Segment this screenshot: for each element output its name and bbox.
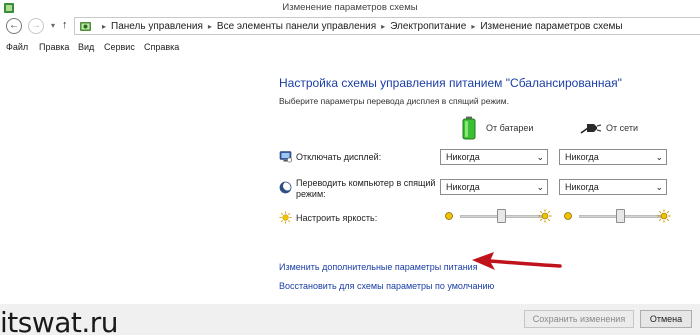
- display-off-ac-select[interactable]: Никогда ⌄: [559, 149, 667, 165]
- menu-file[interactable]: Файл: [6, 42, 28, 52]
- sleep-ac-select[interactable]: Никогда ⌄: [559, 179, 667, 195]
- sleep-battery-select[interactable]: Никогда ⌄: [440, 179, 548, 195]
- recent-pages-dropdown-icon[interactable]: ▾: [51, 21, 55, 30]
- breadcrumb-all-items[interactable]: Все элементы панели управления: [217, 21, 376, 32]
- title-bar: Изменение параметров схемы: [0, 0, 700, 17]
- display-off-battery-select[interactable]: Никогда ⌄: [440, 149, 548, 165]
- address-bar[interactable]: ▸ Панель управления ▸ Все элементы панели у…: [74, 17, 700, 35]
- slider-thumb[interactable]: [615, 209, 625, 223]
- menu-help[interactable]: Справка: [144, 42, 179, 52]
- sun-icon: [279, 211, 292, 224]
- brightness-high-icon: [657, 209, 671, 223]
- chevron-down-icon: ⌄: [655, 152, 663, 162]
- chevron-down-icon: ⌄: [536, 182, 544, 192]
- navigation-bar: ← → ▾ ↑ ▸ Панель управления ▸ Все элементы …: [0, 17, 700, 35]
- footer-bar: itswat.ru Сохранить изменения Отмена: [0, 304, 700, 335]
- control-panel-icon: [80, 22, 91, 31]
- menu-tools[interactable]: Сервис: [104, 42, 135, 52]
- breadcrumb-control-panel[interactable]: Панель управления: [111, 21, 203, 32]
- menu-view[interactable]: Вид: [78, 42, 94, 52]
- watermark: itswat.ru: [0, 306, 119, 335]
- sleep-label-line1: Переводить компьютер в спящий: [296, 178, 436, 188]
- page-subtitle: Выберите параметры перевода дисплея в сп…: [279, 96, 509, 106]
- breadcrumb-edit-plan[interactable]: Изменение параметров схемы: [480, 21, 622, 32]
- brightness-low-icon: [445, 212, 453, 220]
- advanced-settings-link[interactable]: Изменить дополнительные параметры питани…: [279, 262, 478, 272]
- moon-icon: [279, 181, 292, 194]
- breadcrumb-separator-icon: ▸: [102, 22, 107, 31]
- menu-edit[interactable]: Правка: [39, 42, 69, 52]
- plug-icon: [580, 124, 602, 134]
- monitor-icon: [279, 151, 292, 163]
- breadcrumb-power-options[interactable]: Электропитание: [390, 21, 466, 32]
- battery-icon: [462, 116, 476, 140]
- page-title: Настройка схемы управления питанием "Сба…: [279, 76, 622, 90]
- column-header-battery: От батареи: [462, 116, 552, 140]
- chevron-down-icon: ⌄: [655, 182, 663, 192]
- brightness-low-icon: [564, 212, 572, 220]
- display-off-battery-value: Никогда: [446, 152, 480, 162]
- brightness-battery-slider[interactable]: [444, 208, 554, 224]
- display-off-label: Отключать дисплей:: [296, 152, 382, 162]
- sleep-label-line2: режим:: [296, 189, 326, 199]
- breadcrumb: ▸ Панель управления ▸ Все элементы панели у…: [97, 21, 623, 32]
- save-changes-button[interactable]: Сохранить изменения: [524, 310, 634, 328]
- menu-bar: Файл Правка Вид Сервис Справка: [0, 42, 700, 56]
- brightness-high-icon: [538, 209, 552, 223]
- brightness-label: Настроить яркость:: [296, 213, 378, 223]
- cancel-button[interactable]: Отмена: [640, 310, 692, 328]
- content-area: Настройка схемы управления питанием "Сба…: [0, 56, 700, 304]
- breadcrumb-separator-icon[interactable]: ▸: [208, 22, 212, 31]
- column-label-ac: От сети: [606, 123, 638, 133]
- window-title: Изменение параметров схемы: [282, 2, 418, 13]
- restore-defaults-link[interactable]: Восстановить для схемы параметры по умол…: [279, 281, 494, 291]
- breadcrumb-separator-icon[interactable]: ▸: [381, 22, 385, 31]
- up-button[interactable]: ↑: [62, 19, 68, 31]
- back-button[interactable]: ←: [6, 18, 22, 34]
- sleep-battery-value: Никогда: [446, 182, 480, 192]
- sleep-ac-value: Никогда: [565, 182, 599, 192]
- breadcrumb-separator-icon[interactable]: ▸: [471, 22, 475, 31]
- slider-thumb[interactable]: [496, 209, 506, 223]
- column-label-battery: От батареи: [486, 123, 534, 133]
- chevron-down-icon: ⌄: [536, 152, 544, 162]
- sleep-label: Переводить компьютер в спящий режим:: [296, 178, 435, 200]
- forward-button[interactable]: →: [28, 18, 44, 34]
- brightness-ac-slider[interactable]: [563, 208, 673, 224]
- annotation-arrow-icon: [472, 252, 562, 270]
- column-header-ac: От сети: [580, 116, 660, 140]
- display-off-ac-value: Никогда: [565, 152, 599, 162]
